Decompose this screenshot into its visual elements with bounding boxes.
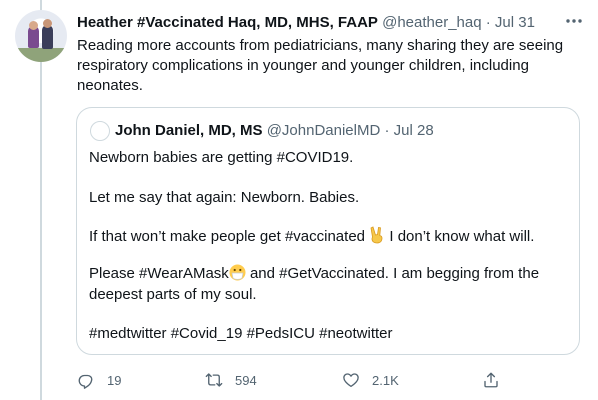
tweet-action-bar: 19 594 2.1K bbox=[77, 366, 597, 394]
quoted-text-line: If that won’t make people get #vaccinate… bbox=[89, 226, 534, 247]
quoted-text-segment: I don’t know what will. bbox=[389, 228, 535, 245]
retweet-count: 594 bbox=[235, 372, 257, 388]
quoted-text-line: Let me say that again: Newborn. Babies. bbox=[89, 189, 360, 206]
author-name[interactable]: Heather #Vaccinated Haq, MD, MHS, FAAP bbox=[77, 14, 378, 31]
reply-count: 19 bbox=[107, 372, 122, 388]
share-icon bbox=[484, 372, 498, 388]
share-button[interactable] bbox=[482, 366, 512, 394]
quoted-text-line: #medtwitter #Covid_19 #PedsICU #neotwitt… bbox=[89, 325, 393, 342]
retweet-button[interactable]: 594 bbox=[205, 366, 257, 394]
face-with-mask-emoji-icon bbox=[229, 264, 246, 281]
retweet-icon bbox=[205, 373, 223, 387]
quoted-text-line: Please #WearAMask and #GetVaccinated. I … bbox=[89, 264, 539, 284]
quoted-text-line: Newborn babies are getting #COVID19. bbox=[89, 149, 354, 166]
quoted-author-handle: @JohnDanielMD bbox=[266, 122, 381, 139]
quoted-author-name: John Daniel, MD, MS bbox=[115, 122, 263, 139]
quoted-text-segment: and #GetVaccinated. I am begging from th… bbox=[249, 265, 540, 282]
author-handle[interactable]: @heather_haq bbox=[382, 14, 481, 31]
quoted-text-line: deepest parts of my soul. bbox=[89, 286, 257, 303]
tweet-header: Heather #Vaccinated Haq, MD, MHS, FAAP @… bbox=[77, 13, 558, 33]
tweet-text: Reading more accounts from pediatricians… bbox=[77, 37, 564, 94]
dot-separator: · bbox=[384, 122, 390, 139]
quoted-text-segment: Please #WearAMask bbox=[89, 265, 229, 282]
more-horizontal-icon[interactable] bbox=[563, 12, 585, 30]
like-count: 2.1K bbox=[372, 372, 399, 388]
reply-icon bbox=[78, 374, 93, 389]
tweet-date[interactable]: Jul 31 bbox=[495, 14, 535, 31]
author-avatar[interactable] bbox=[15, 10, 67, 62]
like-button[interactable]: 2.1K bbox=[342, 366, 399, 394]
quoted-tweet-date: Jul 28 bbox=[393, 122, 434, 139]
quoted-tweet-card[interactable]: John Daniel, MD, MS @JohnDanielMD · Jul … bbox=[76, 107, 580, 355]
dot-separator: · bbox=[485, 14, 491, 31]
quoted-author-avatar bbox=[90, 121, 110, 141]
quoted-text-segment: If that won’t make people get #vaccinate… bbox=[89, 228, 366, 245]
heart-icon bbox=[343, 373, 359, 388]
reply-button[interactable]: 19 bbox=[77, 366, 121, 394]
victory-hand-emoji-icon bbox=[369, 226, 385, 244]
quoted-tweet-header: John Daniel, MD, MS @JohnDanielMD · Jul … bbox=[115, 121, 434, 141]
